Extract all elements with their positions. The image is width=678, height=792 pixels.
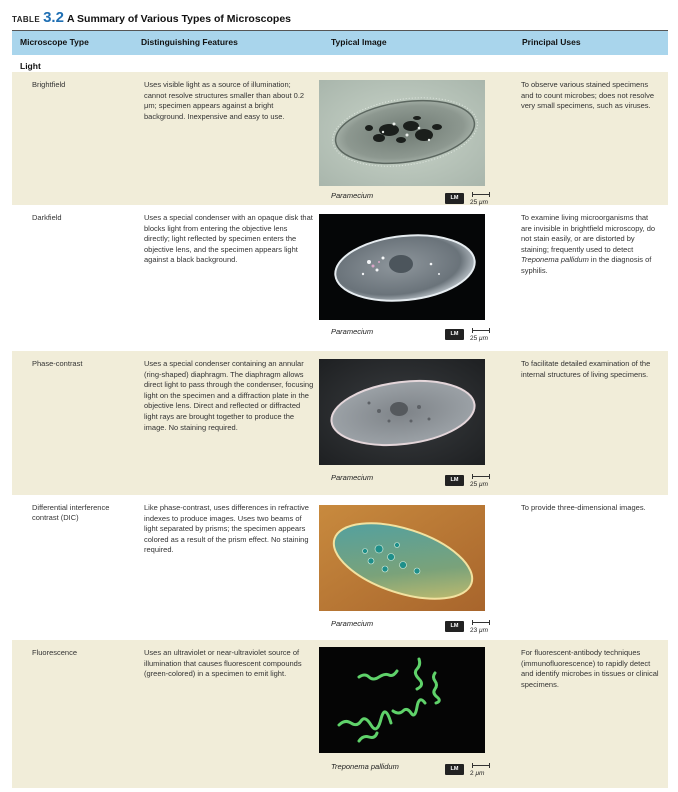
table-label: TABLE xyxy=(12,15,41,24)
row-uses: To examine living microorganisms that ar… xyxy=(521,213,661,277)
lm-badge: LM xyxy=(445,193,464,204)
table-heading: A Summary of Various Types of Microscope… xyxy=(66,13,292,25)
row-type: Fluorescence xyxy=(32,648,78,657)
lm-badge: LM xyxy=(445,621,464,632)
phase-contrast-image xyxy=(319,359,485,465)
uses-species: Treponema pallidum xyxy=(521,255,589,265)
row-type: Darkfield xyxy=(32,213,62,222)
row-features: Like phase-contrast, uses differences in… xyxy=(144,503,309,555)
row-type: Brightfield xyxy=(32,80,66,89)
scale-bar: 23 μm xyxy=(470,617,492,637)
row-features: Uses an ultraviolet or near-ultraviolet … xyxy=(144,648,302,679)
scale-value: 2 xyxy=(470,770,474,777)
phase-contrast-caption: Paramecium xyxy=(331,473,374,482)
brightfield-image xyxy=(319,80,485,186)
row-uses: For fluorescent-antibody techniques (imm… xyxy=(521,648,659,689)
section-light: Light xyxy=(20,61,41,71)
row-type: Differential interference contrast (DIC) xyxy=(32,503,110,522)
brightfield-caption: Paramecium xyxy=(331,191,374,200)
lm-badge: LM xyxy=(445,764,464,775)
uses-text: To examine living microorganisms that ar… xyxy=(521,213,656,254)
lm-badge: LM xyxy=(445,475,464,486)
scale-bar: 25 μm xyxy=(470,471,492,491)
dic-caption: Paramecium xyxy=(331,619,374,628)
lm-badge: LM xyxy=(445,329,464,340)
row-features: Uses a special condenser containing an a… xyxy=(144,359,314,432)
darkfield-caption: Paramecium xyxy=(331,327,374,336)
scale-bar: 2 μm xyxy=(470,760,492,780)
fluorescence-image xyxy=(319,647,485,753)
table-header: Microscope Type Distinguishing Features … xyxy=(12,31,668,55)
scale-bar: 25 μm xyxy=(470,325,492,345)
row-features: Uses visible light as a source of illumi… xyxy=(144,80,305,121)
microscope-summary-table: TABLE 3.2 A Summary of Various Types of … xyxy=(0,0,678,792)
row-uses: To observe various stained specimens and… xyxy=(521,80,654,111)
scale-value: 25 xyxy=(470,481,478,488)
fluorescence-caption: Treponema pallidum xyxy=(331,762,399,771)
row-uses: To facilitate detailed examination of th… xyxy=(521,359,651,379)
scale-unit: μm xyxy=(479,335,489,342)
scale-unit: μm xyxy=(479,627,489,634)
header-features: Distinguishing Features xyxy=(141,37,238,47)
header-uses: Principal Uses xyxy=(522,37,581,47)
table-title: TABLE 3.2 A Summary of Various Types of … xyxy=(12,9,291,31)
row-features: Uses a special condenser with an opaque … xyxy=(144,213,313,265)
scale-value: 25 xyxy=(470,335,478,342)
dic-image xyxy=(319,505,485,611)
header-type: Microscope Type xyxy=(20,37,89,47)
scale-unit: μm xyxy=(475,770,485,777)
scale-unit: μm xyxy=(479,481,489,488)
scale-value: 23 xyxy=(470,627,478,634)
row-uses: To provide three-dimensional images. xyxy=(521,503,646,512)
darkfield-image xyxy=(319,214,485,320)
row-type: Phase-contrast xyxy=(32,359,83,368)
header-image: Typical Image xyxy=(331,37,387,47)
table-number: 3.2 xyxy=(43,9,64,26)
